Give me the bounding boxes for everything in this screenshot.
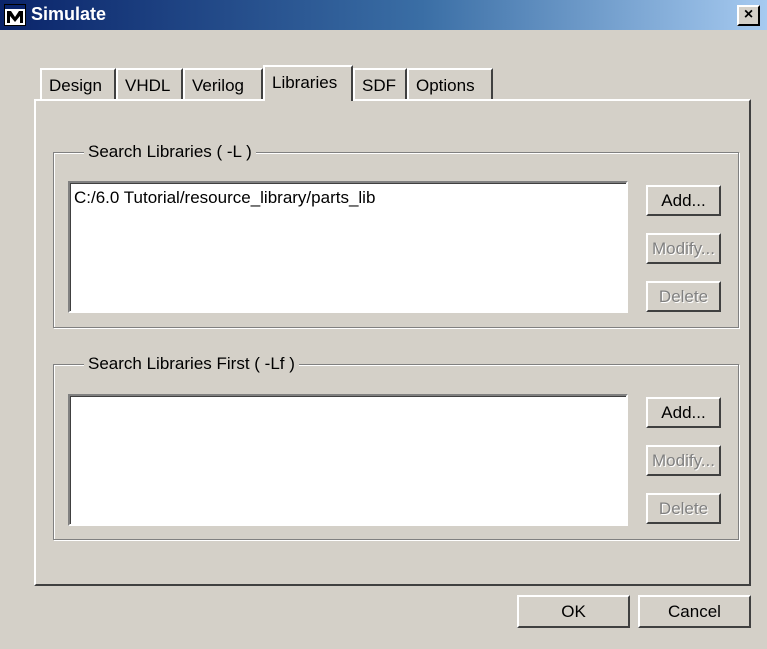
search-libraries-title: Search Libraries ( -L ) <box>84 142 256 162</box>
modify-library-first-button[interactable]: Modify... <box>646 445 721 476</box>
window-title: Simulate <box>31 4 107 24</box>
simulate-dialog: Simulate × Design VHDL Verilog Libraries… <box>0 0 767 649</box>
close-icon[interactable]: × <box>737 5 760 26</box>
delete-library-first-button[interactable]: Delete <box>646 493 721 524</box>
search-libraries-first-list[interactable] <box>68 394 628 526</box>
modify-library-button[interactable]: Modify... <box>646 233 721 264</box>
delete-library-button[interactable]: Delete <box>646 281 721 312</box>
tab-design[interactable]: Design <box>40 68 116 100</box>
add-library-button[interactable]: Add... <box>646 185 721 216</box>
tab-libraries[interactable]: Libraries <box>263 65 353 101</box>
list-item[interactable]: C:/6.0 Tutorial/resource_library/parts_l… <box>74 188 375 208</box>
tab-options[interactable]: Options <box>407 68 493 100</box>
cancel-button[interactable]: Cancel <box>638 595 751 628</box>
search-libraries-first-title: Search Libraries First ( -Lf ) <box>84 354 299 374</box>
tab-verilog[interactable]: Verilog <box>183 68 263 100</box>
tab-sdf[interactable]: SDF <box>353 68 407 100</box>
tab-vhdl[interactable]: VHDL <box>116 68 183 100</box>
ok-button[interactable]: OK <box>517 595 630 628</box>
search-libraries-list[interactable]: C:/6.0 Tutorial/resource_library/parts_l… <box>68 181 628 313</box>
modelsim-m-icon <box>4 4 26 26</box>
title-bar[interactable]: Simulate × <box>0 0 767 30</box>
add-library-first-button[interactable]: Add... <box>646 397 721 428</box>
